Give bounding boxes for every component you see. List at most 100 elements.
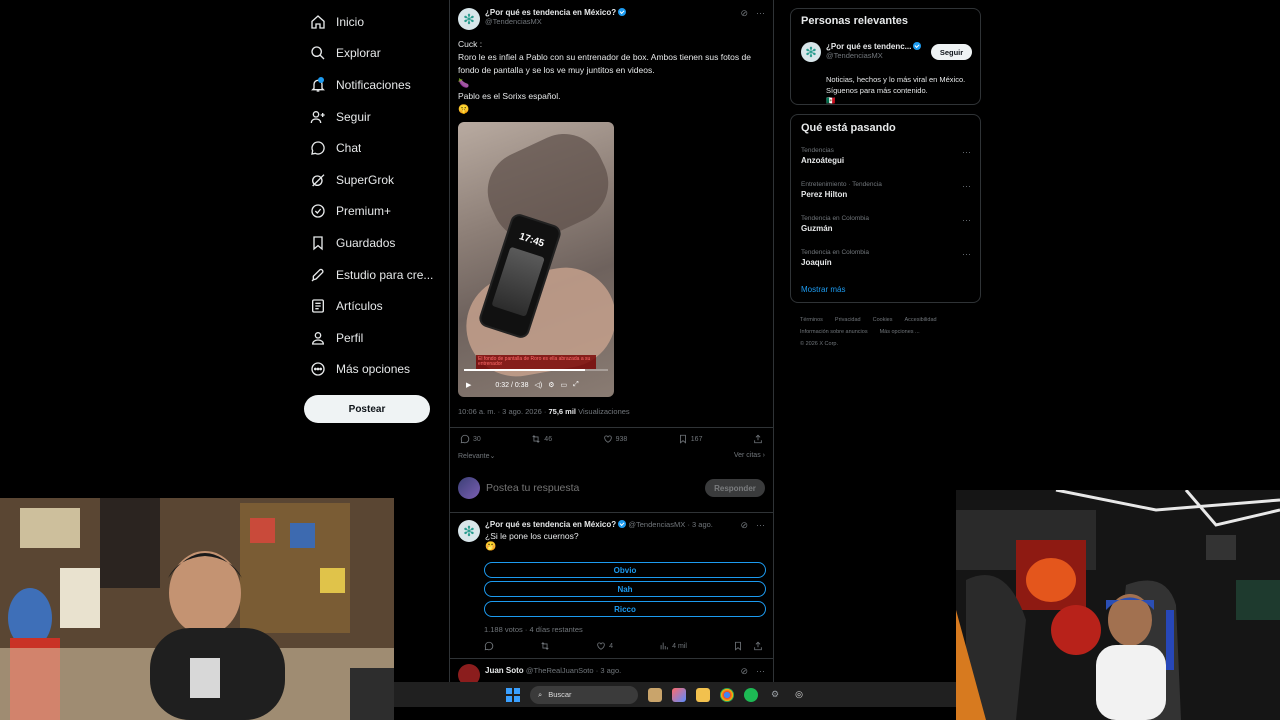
sidebar-item-chat[interactable]: Chat [304,132,444,164]
share-icon [754,434,762,444]
sidebar-item-articulos[interactable]: Artículos [304,290,444,322]
sidebar-item-label: Estudio para cre... [336,267,434,282]
avatar[interactable] [458,664,480,682]
sidebar-item-estudio[interactable]: Estudio para cre... [304,259,444,291]
view-quotes-link[interactable]: Ver citas › [734,452,765,460]
author-name[interactable]: ¿Por qué es tendencia en México? @Tenden… [485,520,713,529]
avatar[interactable] [458,477,480,499]
snowflake-icon: ✻ [463,11,475,27]
tweet-text-part: Pablo es el Sorixs español. [458,91,561,101]
footer-link[interactable]: Más opciones ... [880,329,920,335]
footer-link[interactable]: Cookies [873,317,893,323]
copyright: © 2026 X Corp. [800,341,838,347]
author-handle[interactable]: @TheRealJuanSoto [526,666,594,675]
avatar[interactable]: ✻ [458,520,480,542]
sidebar-item-label: Perfil [336,330,364,345]
show-more-link[interactable]: Mostrar más [801,285,845,294]
more-options-icon[interactable]: ··· [962,249,971,259]
sidebar-item-inicio[interactable]: Inicio [304,6,444,38]
trend-item[interactable]: Tendencia en Colombia Guzmán ··· [801,215,971,233]
grok-icon[interactable]: ⊘ [740,8,748,19]
share-icon[interactable] [753,641,763,651]
grok-icon[interactable]: ⊘ [740,666,748,677]
copilot-icon[interactable] [672,687,686,702]
poll-option-nah[interactable]: Nah [484,581,766,597]
widgets-icon[interactable] [648,687,662,702]
share-button[interactable] [753,434,763,444]
app-icon[interactable]: ◎ [792,688,806,702]
bookmark-button[interactable]: 167 [678,434,702,444]
author-handle[interactable]: @TendenciasMX [628,520,685,529]
sidebar-item-mas-opciones[interactable]: Más opciones [304,354,444,386]
spotify-icon[interactable] [744,687,758,702]
reply-button[interactable]: 30 [460,434,481,444]
more-options-icon[interactable]: ··· [962,147,971,157]
volume-icon[interactable]: ◁) [534,381,542,389]
taskbar-search-label: Buscar [548,690,572,699]
settings-icon[interactable]: ⚙ [548,381,554,389]
repost-count: 46 [544,435,553,443]
footer-link[interactable]: Información sobre anuncios [800,329,868,335]
reply-button[interactable] [484,641,494,651]
fullscreen-icon[interactable]: ⤢ [573,381,579,389]
settings-gear-icon[interactable]: ⚙ [768,688,782,702]
author-name[interactable]: Juan Soto @TheRealJuanSoto · 3 ago. [485,666,621,675]
bookmark-icon[interactable] [733,641,743,651]
pip-icon[interactable]: ▭ [560,381,567,389]
person-icon [311,331,325,345]
tweet-video[interactable]: 17:45 El fondo de pantalla de Roro es el… [458,122,614,397]
trend-item[interactable]: Tendencias Anzoátegui ··· [801,147,971,165]
author-name-text: Juan Soto [485,666,524,675]
views-count: 4 mil [672,642,687,650]
post-button[interactable]: Postear [304,395,430,423]
more-options-icon[interactable]: ··· [756,666,765,677]
sidebar-item-supergrok[interactable]: SuperGrok [304,164,444,196]
grok-icon[interactable]: ⊘ [740,520,748,531]
footer-link[interactable]: Privacidad [835,317,861,323]
views-button[interactable]: 4 mil [659,641,687,651]
video-progress-bar[interactable] [464,369,608,371]
divider [450,658,773,659]
sort-dropdown[interactable]: Relevante⌄ [458,452,495,460]
like-button[interactable]: 4 [596,641,613,651]
footer-link[interactable]: Accesibilidad [904,317,936,323]
trend-item[interactable]: Tendencia en Colombia Joaquín ··· [801,249,971,267]
sidebar-item-guardados[interactable]: Guardados [304,227,444,259]
sidebar-item-seguir[interactable]: Seguir [304,101,444,133]
trend-item[interactable]: Entretenimiento · Tendencia Perez Hilton… [801,181,971,199]
taskbar-search[interactable]: ⌕ Buscar [530,685,638,704]
sidebar-item-label: SuperGrok [336,172,395,187]
repost-button[interactable]: 46 [531,434,552,444]
like-button[interactable]: 938 [603,434,627,444]
sidebar-item-explorar[interactable]: Explorar [304,38,444,70]
chevron-right-icon: › [762,452,765,459]
card-title: Qué está pasando [801,122,896,134]
more-options-icon[interactable]: ··· [756,520,765,531]
poll-option-ricco[interactable]: Ricco [484,601,766,617]
repost-button[interactable] [540,641,550,651]
windows-start-icon[interactable] [506,687,520,702]
reply-input[interactable] [486,482,705,494]
more-options-icon[interactable]: ··· [962,215,971,225]
avatar[interactable]: ✻ [458,8,480,30]
tweet-date[interactable]: · 3 ago. [687,520,712,529]
mexico-flag-icon: 🇲🇽 [826,96,836,105]
reply-submit-button[interactable]: Responder [705,479,765,497]
footer-link[interactable]: Términos [800,317,823,323]
follow-button[interactable]: Seguir [931,44,972,60]
sidebar-item-notificaciones[interactable]: Notificaciones [304,69,444,101]
more-options-icon[interactable]: ··· [962,181,971,191]
tweet-timestamp[interactable]: 10:06 a. m. · 3 ago. 2026 · [458,407,546,416]
author-name[interactable]: ¿Por qué es tendencia en México? [485,8,627,17]
relevant-user[interactable]: ✻ ¿Por qué es tendenc... @TendenciasMX [801,42,922,62]
author-handle[interactable]: @TendenciasMX [485,17,626,26]
windows-logo [506,687,520,702]
sidebar-item-perfil[interactable]: Perfil [304,322,444,354]
play-icon[interactable]: ▶ [466,381,471,389]
more-options-icon[interactable]: ··· [756,8,765,19]
file-explorer-icon[interactable] [696,687,710,702]
tweet-date[interactable]: · 3 ago. [596,666,621,675]
chrome-icon[interactable] [720,687,734,702]
poll-option-obvio[interactable]: Obvio [484,562,766,578]
sidebar-item-premium[interactable]: Premium+ [304,196,444,228]
